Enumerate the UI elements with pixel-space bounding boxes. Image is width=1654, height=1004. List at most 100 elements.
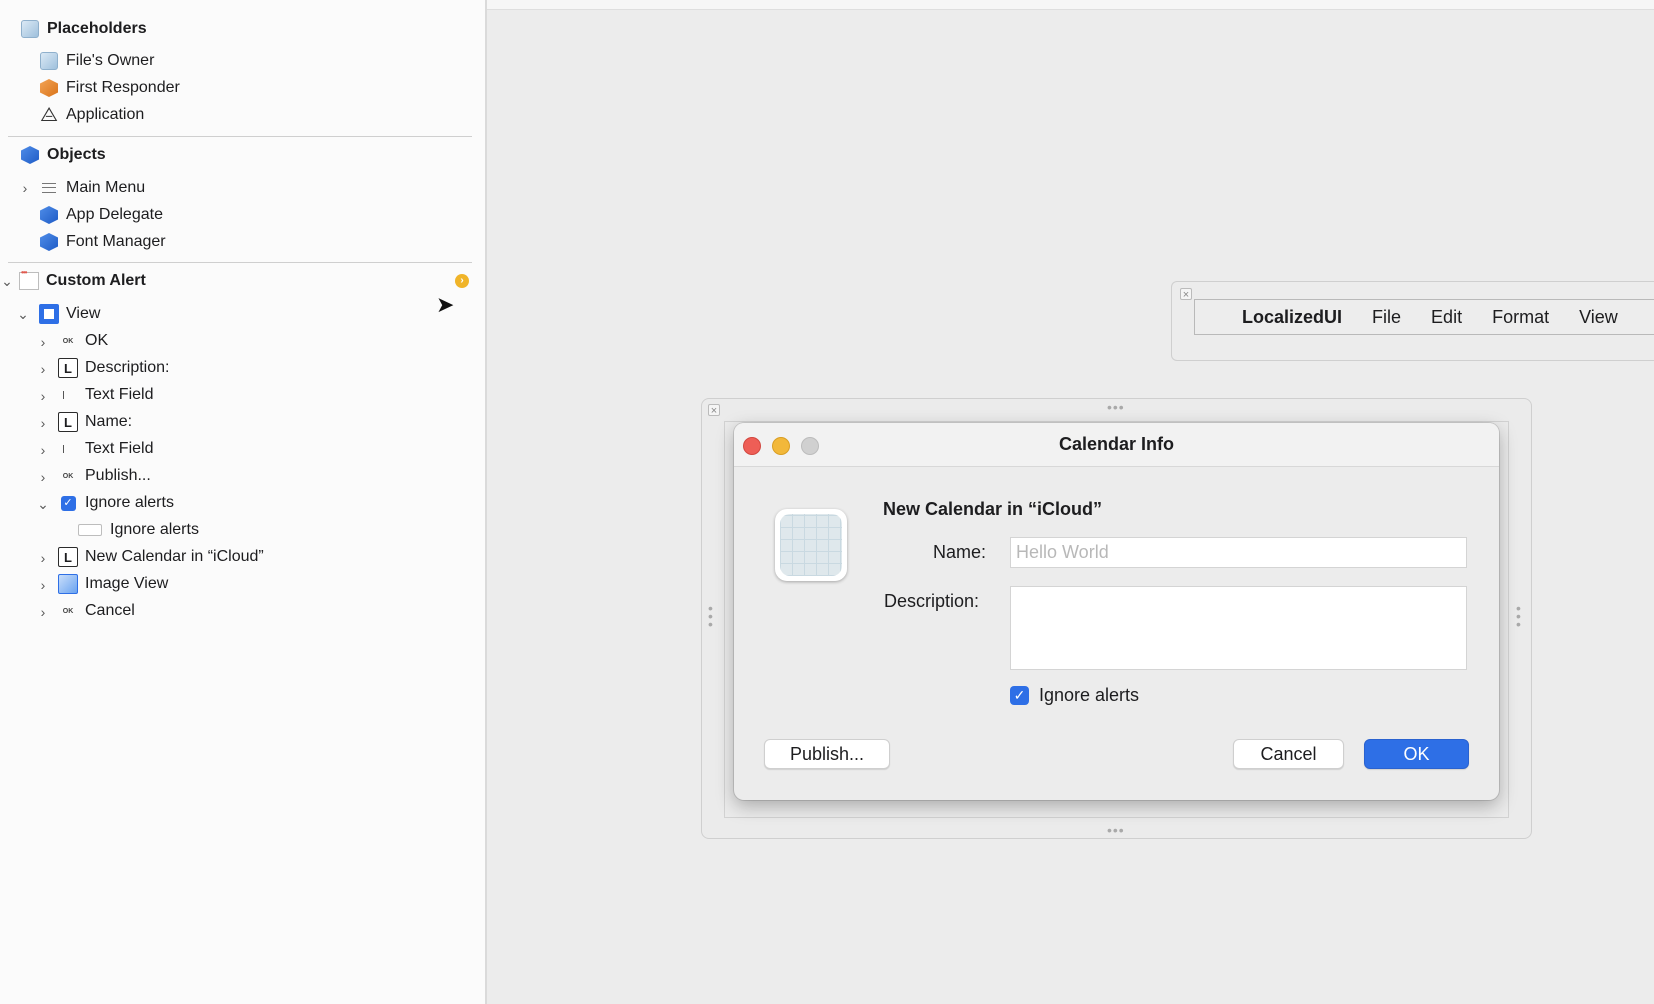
menu-item-file[interactable]: File xyxy=(1372,307,1401,328)
disclosure-chevron-right-icon[interactable]: › xyxy=(18,181,32,195)
cancel-button[interactable]: Cancel xyxy=(1233,739,1344,769)
outline-item-font-manager[interactable]: Font Manager xyxy=(39,229,166,255)
ignore-alerts-checkbox[interactable]: ✓ xyxy=(1010,686,1029,705)
outline-item-text-field[interactable]: Text Field xyxy=(58,436,153,462)
ok-button[interactable]: OK xyxy=(1364,739,1469,769)
first-responder-icon xyxy=(39,78,59,98)
disclosure-chevron-down-icon[interactable]: ⌄ xyxy=(36,497,50,511)
object-cube-icon xyxy=(39,205,59,225)
disclosure-chevron-right-icon[interactable]: › xyxy=(36,551,50,565)
outline-section-objects[interactable]: Objects xyxy=(20,142,106,168)
outline-item-label: Text Field xyxy=(85,440,154,457)
outline-item-view[interactable]: View xyxy=(39,301,100,327)
menu-item-view[interactable]: View xyxy=(1579,307,1618,328)
outline-item-label: Description: xyxy=(85,359,170,376)
publish-button[interactable]: Publish... xyxy=(764,739,890,769)
resize-handle-left[interactable]: • • • xyxy=(708,601,716,631)
close-button[interactable] xyxy=(743,437,761,455)
close-icon[interactable]: × xyxy=(1180,288,1192,301)
button-icon: OK xyxy=(58,601,78,621)
resize-handle-right[interactable]: • • • xyxy=(1516,601,1524,631)
outline-item-app-delegate[interactable]: App Delegate xyxy=(39,202,163,228)
outline-item-publish[interactable]: OK Publish... xyxy=(58,463,151,489)
disclosure-chevron-right-icon[interactable]: › xyxy=(36,470,50,484)
outline-item-label: Ignore alerts xyxy=(110,521,199,538)
outline-item-label: Custom Alert xyxy=(46,272,146,289)
disclosure-chevron-down-icon[interactable]: ⌄ xyxy=(16,307,30,321)
outline-item-heading-label[interactable]: L New Calendar in “iCloud” xyxy=(58,544,264,570)
object-cube-icon xyxy=(39,232,59,252)
checkbox-icon: ✓ xyxy=(58,493,78,513)
window-titlebar[interactable]: Calendar Info xyxy=(734,423,1499,467)
disclosure-chevron-right-icon[interactable]: › xyxy=(36,416,50,430)
outline-item-label: New Calendar in “iCloud” xyxy=(85,548,264,565)
objects-cube-icon xyxy=(20,145,40,165)
outline-item-label: Main Menu xyxy=(66,179,146,196)
outline-separator xyxy=(8,262,472,263)
name-field[interactable]: Hello World xyxy=(1010,537,1467,568)
menu-item-format[interactable]: Format xyxy=(1492,307,1549,328)
placeholders-cube-icon xyxy=(20,19,40,39)
outline-item-label: Application xyxy=(66,106,145,123)
dialog-heading: New Calendar in “iCloud” xyxy=(883,499,1103,519)
disclosure-chevron-right-icon[interactable]: › xyxy=(36,335,50,349)
label-badge: L xyxy=(58,547,78,567)
outline-item-image-view[interactable]: Image View xyxy=(58,571,168,597)
close-icon[interactable]: × xyxy=(708,404,720,417)
outline-section-placeholders[interactable]: Placeholders xyxy=(20,16,147,42)
outline-item-label: Text Field xyxy=(85,386,154,403)
text-field-icon xyxy=(58,439,78,459)
menu-icon xyxy=(39,178,59,198)
zoom-button[interactable] xyxy=(801,437,819,455)
document-outline: Placeholders File's Owner First Responde… xyxy=(0,0,487,1004)
label-icon: L xyxy=(58,547,78,567)
disclosure-chevron-right-icon[interactable]: › xyxy=(36,389,50,403)
disclosure-chevron-down-icon[interactable]: ⌄ xyxy=(0,274,14,288)
disclosure-chevron-right-icon[interactable]: › xyxy=(36,443,50,457)
label-badge: L xyxy=(58,412,78,432)
window-title: Calendar Info xyxy=(1058,434,1174,454)
button-cell-icon xyxy=(77,520,103,540)
window-icon xyxy=(19,268,39,291)
button-badge: OK xyxy=(62,337,74,345)
outline-item-label: Publish... xyxy=(85,467,151,484)
disclosure-chevron-right-icon[interactable]: › xyxy=(36,578,50,592)
outline-item-label: Name: xyxy=(85,413,133,430)
outline-item-label: Font Manager xyxy=(66,233,166,250)
outline-item-custom-alert[interactable]: Custom Alert xyxy=(19,268,146,294)
label-icon: L xyxy=(58,412,78,432)
description-label: Description: xyxy=(884,591,980,611)
menu-app-name[interactable]: LocalizedUI xyxy=(1242,307,1342,328)
outline-item-label: Image View xyxy=(85,575,169,592)
outline-item-cancel[interactable]: OK Cancel xyxy=(58,598,135,624)
resize-handle-top[interactable]: ••• xyxy=(1107,400,1125,414)
mouse-pointer-icon: ➤ xyxy=(436,292,455,317)
outline-item-text-field[interactable]: Text Field xyxy=(58,382,153,408)
menu-item-edit[interactable]: Edit xyxy=(1431,307,1462,328)
name-label: Name: xyxy=(933,542,987,562)
outline-item-main-menu[interactable]: Main Menu xyxy=(39,175,145,201)
outline-item-files-owner[interactable]: File's Owner xyxy=(39,48,154,74)
view-icon xyxy=(39,304,59,324)
outline-item-description-label[interactable]: L Description: xyxy=(58,355,169,381)
calendar-info-window: Calendar Info New Calendar in “iCloud” N… xyxy=(734,423,1499,800)
disclosure-chevron-right-icon[interactable]: › xyxy=(36,362,50,376)
outline-item-label: Cancel xyxy=(85,602,135,619)
outline-item-first-responder[interactable]: First Responder xyxy=(39,75,180,101)
ignore-alerts-label[interactable]: Ignore alerts xyxy=(1039,685,1139,706)
outline-item-name-label[interactable]: L Name: xyxy=(58,409,132,435)
calendar-app-icon xyxy=(775,509,847,581)
outline-item-ignore-alerts-checkbox[interactable]: ✓ Ignore alerts xyxy=(58,490,174,516)
resize-handle-bottom[interactable]: ••• xyxy=(1107,823,1125,837)
outline-item-ignore-alerts-cell[interactable]: Ignore alerts xyxy=(77,517,199,543)
disclosure-chevron-right-icon[interactable]: › xyxy=(36,605,50,619)
outline-item-label: First Responder xyxy=(66,79,180,96)
label-icon: L xyxy=(58,358,78,378)
main-menu-canvas-object[interactable]: × LocalizedUI File Edit Format View xyxy=(1171,281,1654,361)
warning-indicator-icon[interactable]: › xyxy=(455,274,469,288)
outline-item-application[interactable]: ⨺ Application xyxy=(39,102,144,128)
minimize-button[interactable] xyxy=(772,437,790,455)
outline-item-label: Ignore alerts xyxy=(85,494,174,511)
outline-item-ok[interactable]: OK OK xyxy=(58,328,108,354)
description-field[interactable] xyxy=(1010,586,1467,670)
